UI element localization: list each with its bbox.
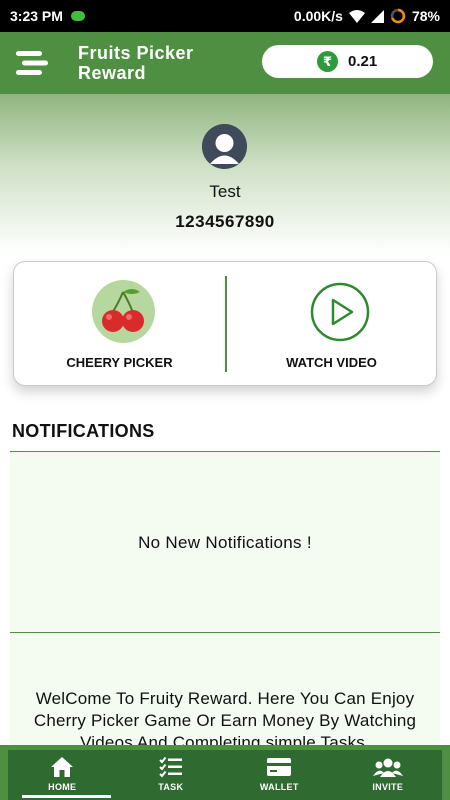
nav-active-indicator (22, 795, 111, 798)
action-card: CHEERY PICKER WATCH VIDEO (13, 261, 437, 386)
group-icon (372, 758, 403, 777)
app-title-line2: Reward (78, 63, 147, 83)
home-icon (51, 757, 74, 777)
battery-percent: 78% (411, 8, 440, 24)
nav-label-task: TASK (158, 782, 184, 792)
wifi-icon (348, 9, 365, 23)
menu-icon (16, 51, 48, 75)
nav-item-task[interactable]: TASK (117, 750, 226, 800)
no-notifications-text: No New Notifications ! (138, 533, 312, 552)
status-right: 0.00K/s 78% (294, 8, 440, 24)
notifications-divider (10, 632, 440, 633)
avatar[interactable] (202, 124, 247, 169)
nav-item-wallet[interactable]: WALLET (225, 750, 334, 800)
nav-label-wallet: WALLET (259, 782, 299, 792)
app-bar: Fruits Picker Reward ₹ 0.21 (0, 32, 450, 94)
cherry-picker-label: CHEERY PICKER (66, 355, 173, 370)
user-avatar-icon (202, 124, 247, 169)
profile-section: Test 1234567890 (0, 94, 450, 254)
app-title: Fruits Picker Reward (78, 43, 238, 83)
nav-label-home: HOME (48, 782, 77, 792)
profile-name: Test (209, 182, 241, 201)
menu-button[interactable] (12, 43, 52, 83)
status-bar: 3:23 PM 0.00K/s 78% (0, 0, 450, 32)
notifications-heading: NOTIFICATIONS (12, 421, 155, 441)
battery-ring-icon (390, 8, 406, 24)
task-list-icon (159, 756, 182, 778)
watch-video-button[interactable]: WATCH VIDEO (226, 262, 437, 387)
nav-item-invite[interactable]: INVITE (334, 750, 443, 800)
watch-video-label: WATCH VIDEO (286, 355, 377, 370)
app-title-line1: Fruits Picker (78, 43, 194, 63)
bottom-nav-bar: HOME TASK WALLET INVITE (8, 750, 442, 800)
profile-phone: 1234567890 (175, 212, 275, 231)
cherry-icon (92, 280, 155, 343)
play-icon (310, 282, 370, 342)
app-notification-icon (70, 11, 85, 21)
balance-value: 0.21 (348, 53, 378, 70)
network-speed: 0.00K/s (293, 8, 343, 24)
bottom-nav: HOME TASK WALLET INVITE (0, 745, 450, 800)
cherry-picker-button[interactable]: CHEERY PICKER (14, 262, 225, 387)
status-time: 3:23 PM (10, 8, 63, 24)
rupee-icon: ₹ (317, 51, 338, 72)
notifications-panel: No New Notifications ! WelCome To Fruity… (10, 451, 440, 752)
status-left: 3:23 PM (10, 8, 85, 24)
nav-label-invite: INVITE (372, 782, 404, 792)
wallet-icon (267, 758, 292, 776)
balance-pill[interactable]: ₹ 0.21 (262, 45, 433, 78)
nav-item-home[interactable]: HOME (8, 750, 117, 800)
signal-icon (370, 9, 384, 23)
